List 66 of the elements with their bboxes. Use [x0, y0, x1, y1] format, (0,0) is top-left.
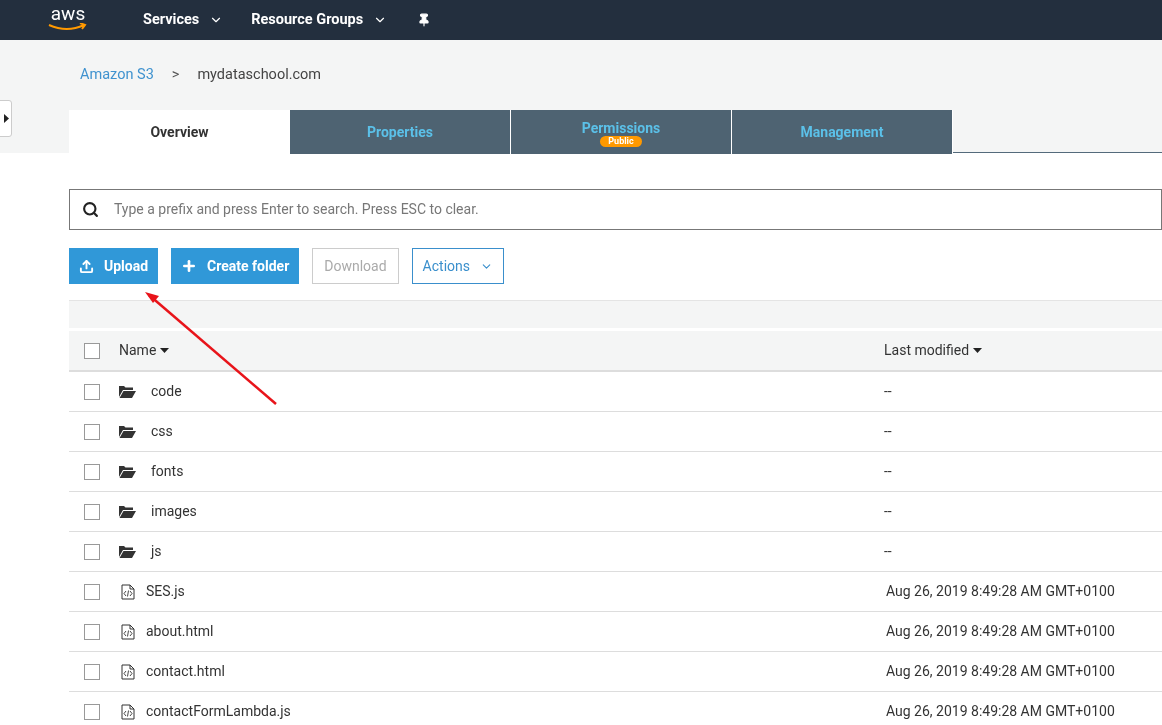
- sort-caret-icon: [160, 348, 170, 353]
- checkbox[interactable]: [84, 623, 100, 640]
- code-file-icon: [121, 703, 135, 720]
- checkbox[interactable]: [84, 503, 100, 520]
- breadcrumb-current: mydataschool.com: [197, 65, 322, 85]
- checkbox[interactable]: [84, 703, 100, 720]
- table-row[interactable]: images --: [69, 492, 1162, 532]
- sort-caret-icon: [973, 348, 983, 353]
- code-file-icon: [121, 583, 135, 600]
- checkbox[interactable]: [84, 543, 100, 560]
- file-name[interactable]: images: [151, 501, 197, 522]
- file-name[interactable]: contact.html: [146, 661, 225, 682]
- column-header[interactable]: Name: [119, 340, 884, 361]
- file-name[interactable]: SES.js: [146, 581, 185, 602]
- table-cell-text: Aug 26, 2019 8:49:28 AM GMT+0100: [886, 582, 1115, 601]
- tab[interactable]: Overview: [69, 110, 290, 154]
- table-row[interactable]: css --: [69, 412, 1162, 452]
- folder-icon: [119, 545, 136, 558]
- file-name[interactable]: contactFormLambda.js: [146, 701, 291, 722]
- code-file-icon: [121, 663, 135, 680]
- checkbox[interactable]: [84, 383, 100, 400]
- breadcrumb-separator: >: [171, 65, 180, 85]
- table-cell-text: --: [884, 462, 892, 481]
- table-row[interactable]: js --: [69, 532, 1162, 572]
- search-icon: [82, 201, 99, 218]
- table-cell-text: --: [884, 542, 892, 561]
- table-row[interactable]: contactFormLambda.js Aug 26, 2019 8:49:28 AM GMT+0100: [69, 692, 1162, 725]
- checkbox[interactable]: [84, 663, 100, 680]
- table-cell-text: --: [884, 422, 892, 441]
- file-name[interactable]: code: [151, 381, 182, 402]
- code-file-icon: [121, 623, 135, 640]
- table-row[interactable]: about.html Aug 26, 2019 8:49:28 AM GMT+0100: [69, 612, 1162, 652]
- checkbox[interactable]: [84, 583, 100, 600]
- table-row[interactable]: fonts --: [69, 452, 1162, 492]
- caret-right-icon: [4, 114, 9, 123]
- smile-arrow-icon: [48, 23, 88, 31]
- table-cell-text: Aug 26, 2019 8:49:28 AM GMT+0100: [886, 622, 1115, 641]
- folder-icon: [119, 385, 136, 398]
- table-row[interactable]: SES.js Aug 26, 2019 8:49:28 AM GMT+0100: [69, 572, 1162, 612]
- table-cell-text: --: [884, 382, 892, 401]
- folder-icon: [119, 425, 136, 438]
- column-header[interactable]: Last modified: [884, 340, 983, 361]
- pin-icon[interactable]: [417, 13, 432, 27]
- file-name[interactable]: about.html: [146, 621, 214, 642]
- search-field[interactable]: Type a prefix and press Enter to search. Press ESC to clear.: [69, 189, 1162, 230]
- checkbox[interactable]: [84, 342, 100, 359]
- folder-icon: [119, 505, 136, 518]
- sidebar-toggle[interactable]: [0, 100, 12, 137]
- file-name[interactable]: css: [151, 421, 173, 442]
- table-cell-text: --: [884, 502, 892, 521]
- table-row[interactable]: code --: [69, 372, 1162, 412]
- nav-menu[interactable]: Resource Groups: [251, 9, 388, 31]
- plus-icon: [181, 258, 198, 274]
- file-name[interactable]: js: [151, 541, 162, 562]
- table-cell-text: Aug 26, 2019 8:49:28 AM GMT+0100: [886, 662, 1115, 681]
- folder-icon: [119, 465, 136, 478]
- checkbox[interactable]: [84, 463, 100, 480]
- status-badge: Public: [600, 136, 642, 147]
- search-input[interactable]: Type a prefix and press Enter to search. Press ESC to clear.: [114, 199, 1161, 220]
- table-row[interactable]: contact.html Aug 26, 2019 8:49:28 AM GMT+0100: [69, 652, 1162, 692]
- upload-icon: [79, 258, 94, 274]
- table-cell-text: Aug 26, 2019 8:49:28 AM GMT+0100: [886, 702, 1115, 721]
- dropdown-button[interactable]: Actions: [411, 248, 504, 284]
- file-name[interactable]: fonts: [151, 461, 184, 482]
- checkbox[interactable]: [84, 423, 100, 440]
- nav-menu[interactable]: Services: [143, 9, 224, 31]
